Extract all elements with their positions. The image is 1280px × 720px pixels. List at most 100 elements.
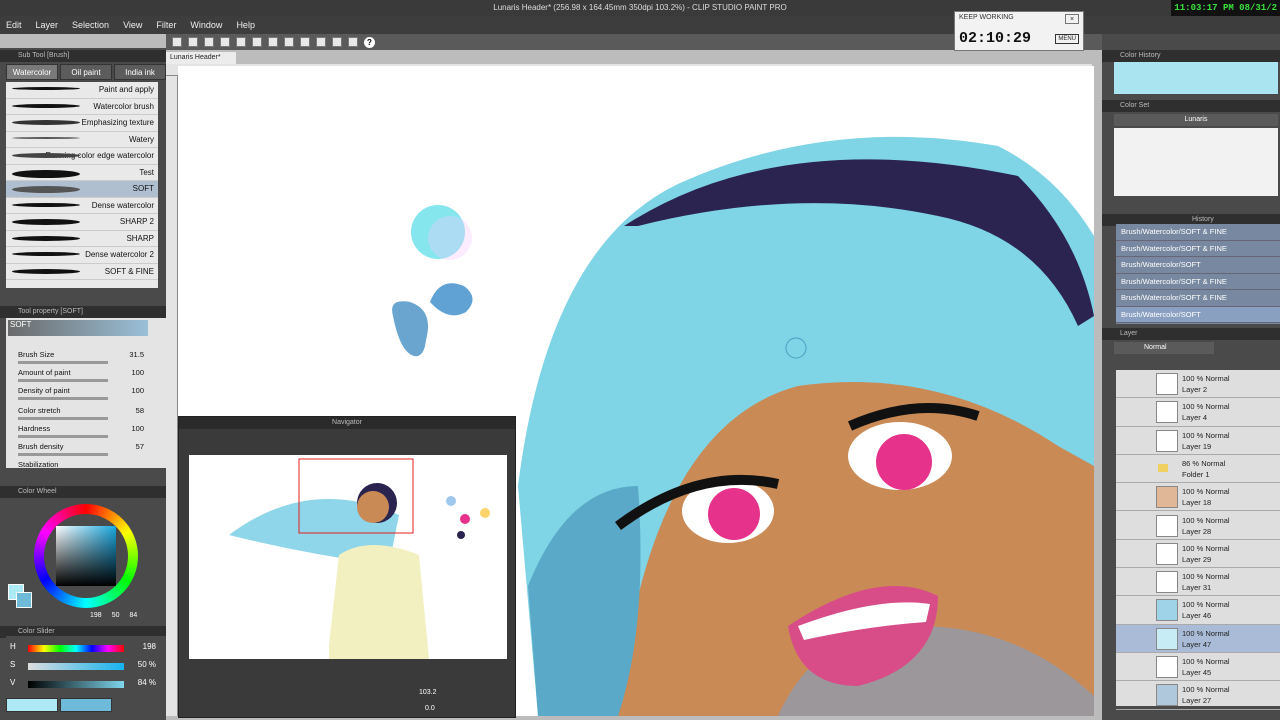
hue-slider[interactable]: H 198 [10,642,160,656]
color-dab [430,283,473,316]
color-set-grid[interactable] [1114,128,1278,196]
menu-layer[interactable]: Layer [36,20,59,30]
tab-oil-paint[interactable]: Oil paint [60,64,112,80]
settings-icon[interactable] [348,37,358,47]
thumb-dab [457,531,465,539]
color-history-header: Color History [1102,50,1280,62]
layer-thumbnail [1156,429,1178,452]
layer-row[interactable]: 100 % Normal Layer 45 [1116,653,1280,682]
history-item[interactable]: Brush/Watercolor/SOFT & FINE [1116,241,1280,257]
navigator-preview[interactable] [189,455,507,659]
new-file-icon[interactable] [172,37,182,47]
layer-thumbnail [1156,599,1178,622]
sub-color-swatch[interactable] [16,592,32,608]
transform-icon[interactable] [252,37,262,47]
brush-item[interactable]: Dense watercolor 2 [6,247,158,264]
blend-mode-select[interactable]: Normal [1114,342,1214,354]
property-brush-size[interactable]: Brush Size 31.5 [18,350,158,368]
menu-help[interactable]: Help [236,20,255,30]
menu-view[interactable]: View [123,20,142,30]
brush-item[interactable]: SOFT & FINE [6,264,158,280]
history-item-current[interactable]: Brush/Watercolor/SOFT [1116,306,1280,323]
layer-row[interactable]: 100 % Normal Layer 18 [1116,483,1280,512]
property-hardness[interactable]: Hardness 100 [18,424,158,442]
layer-row[interactable]: 100 % Normal Layer 19 [1116,427,1280,455]
crop-icon[interactable] [268,37,278,47]
property-density-of-paint[interactable]: Density of paint 100 [18,386,158,404]
history-item[interactable]: Brush/Watercolor/SOFT & FINE [1116,224,1280,241]
layer-thumbnail [1156,514,1178,537]
layer-row[interactable]: 100 % Normal Layer 29 [1116,540,1280,569]
brush-preset-name: SOFT [8,320,148,336]
navigator-header: Navigator [179,417,515,429]
layer-row[interactable]: 100 % Normal Layer 27 [1116,681,1280,710]
sub-tool-tabs: Watercolor Oil paint India ink [6,64,166,80]
history-item[interactable]: Brush/Watercolor/SOFT & FINE [1116,290,1280,307]
history-list: Brush/Watercolor/SOFT & FINE Brush/Water… [1116,224,1280,324]
property-amount-of-paint[interactable]: Amount of paint 100 [18,368,158,386]
timer-menu-button[interactable]: MENU [1055,34,1079,44]
color-set-name[interactable]: Lunaris [1114,114,1278,126]
history-item[interactable]: Brush/Watercolor/SOFT [1116,257,1280,274]
tool-property-panel: SOFT Brush Size 31.5 Amount of paint 100 D… [6,318,166,469]
save-icon[interactable] [204,37,214,47]
layer-thumbnail [1156,627,1178,650]
left-eye-iris [708,488,760,540]
brush-item[interactable]: Test [6,165,158,181]
saturation-value-square[interactable] [56,526,116,586]
layer-row[interactable]: 100 % Normal Layer 4 [1116,398,1280,427]
close-icon[interactable]: × [1065,14,1079,24]
layer-thumbnail [1156,401,1178,424]
layer-row[interactable]: 100 % Normal Layer 31 [1116,568,1280,597]
menu-selection[interactable]: Selection [72,20,109,30]
color-history-grid[interactable] [1114,62,1278,94]
brush-item-selected[interactable]: SOFT [6,181,158,198]
navigator-zoom-value[interactable]: 103.2 [419,689,437,696]
brush-item[interactable]: Watery [6,132,158,148]
color-swatch-main[interactable] [6,698,58,712]
fill-icon[interactable] [300,37,310,47]
layer-row-selected[interactable]: 100 % Normal Layer 47 [1116,624,1280,653]
color-dab [392,301,428,357]
help-icon[interactable]: ? [364,36,375,48]
color-set-header: Color Set [1102,100,1280,112]
saturation-slider[interactable]: S 50 % [10,660,160,674]
brush-item[interactable]: Dense watercolor [6,198,158,214]
property-stabilization[interactable]: Stabilization [18,460,158,478]
property-color-stretch[interactable]: Color stretch 58 [18,406,158,424]
keep-working-timer: KEEP WORKING × 02:10:29 MENU [954,11,1084,51]
undo-icon[interactable] [220,37,230,47]
canvas-tab[interactable]: Lunaris Header* [166,52,236,64]
navigator-panel: Navigator 103.2 0.0 [178,416,516,718]
menu-filter[interactable]: Filter [156,20,176,30]
open-file-icon[interactable] [188,37,198,47]
redo-icon[interactable] [236,37,246,47]
layer-thumbnail [1156,684,1178,707]
thumb-dab [460,514,470,524]
thumb-dab [480,508,490,518]
brush-item[interactable]: SHARP 2 [6,214,158,231]
tab-watercolor[interactable]: Watercolor [6,64,58,80]
snap-icon[interactable] [316,37,326,47]
menu-window[interactable]: Window [190,20,222,30]
layer-row[interactable]: 100 % Normal Layer 2 [1116,370,1280,399]
sub-tool-header: Sub Tool [Brush] [0,50,166,62]
menu-edit[interactable]: Edit [6,20,22,30]
property-brush-density[interactable]: Brush density 57 [18,442,158,460]
brush-item[interactable]: Watercolor brush [6,99,158,115]
color-swatch-sub[interactable] [60,698,112,712]
ruler-icon[interactable] [332,37,342,47]
navigator-angle-value[interactable]: 0.0 [425,705,435,712]
layer-row[interactable]: 100 % Normal Layer 46 [1116,596,1280,625]
value-slider[interactable]: V 84 % [10,678,160,692]
tab-india-ink[interactable]: India ink [114,64,166,80]
layer-row-folder[interactable]: 86 % Normal Folder 1 [1116,455,1280,484]
brush-item[interactable]: Paint and apply [6,82,158,99]
brush-item[interactable]: Running color edge watercolor [6,148,158,165]
clear-icon[interactable] [284,37,294,47]
history-item[interactable]: Brush/Watercolor/SOFT & FINE [1116,274,1280,290]
brush-item[interactable]: SHARP [6,231,158,247]
tool-property-header: Tool property [SOFT] [0,306,166,318]
brush-item[interactable]: Emphasizing texture [6,115,158,132]
layer-row[interactable]: 100 % Normal Layer 28 [1116,512,1280,540]
